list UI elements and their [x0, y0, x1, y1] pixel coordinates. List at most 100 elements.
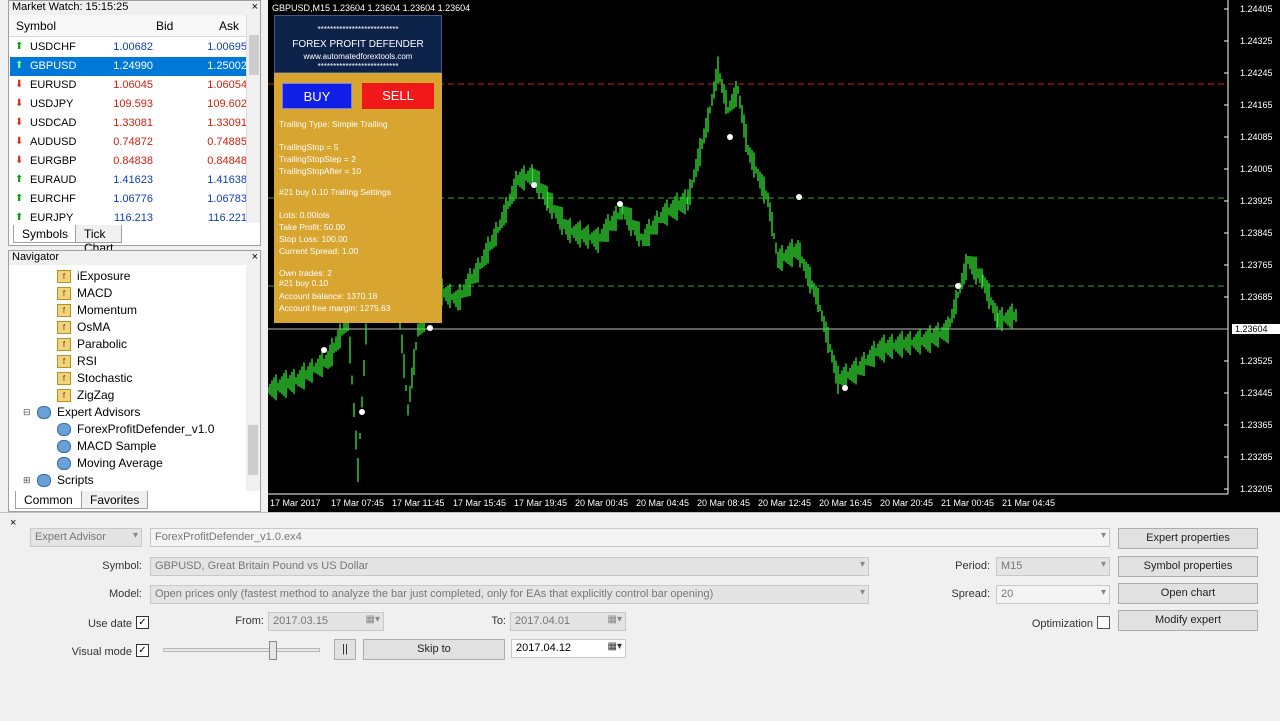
arrow-down-icon: ⬇	[15, 79, 24, 90]
use-date-checkbox[interactable]: ✓	[136, 616, 149, 629]
scrollbar[interactable]	[246, 15, 260, 223]
skip-to-button[interactable]: Skip to	[363, 639, 505, 660]
navigator-item-label: Stochastic	[77, 371, 133, 385]
price-tick: 1.23925	[1240, 196, 1273, 206]
from-date-field[interactable]: 2017.03.15 ▦▾	[268, 612, 384, 631]
navigator-item[interactable]: f Stochastic	[57, 370, 257, 387]
model-value: Open prices only (fastest method to anal…	[155, 588, 714, 600]
speed-slider[interactable]	[163, 641, 320, 660]
period-select[interactable]: M15 ▾	[996, 557, 1110, 576]
expand-icon[interactable]: ⊞	[23, 472, 31, 489]
scrollbar-thumb[interactable]	[249, 35, 259, 75]
tester-type-value: Expert Advisor	[35, 531, 106, 543]
navigator-item[interactable]: f iExposure	[57, 268, 257, 285]
calendar-icon: ▦▾	[607, 614, 622, 625]
symbol-row[interactable]: ⬇ EURUSD 1.06045 1.06054	[10, 76, 247, 95]
symbol-row[interactable]: ⬇ AUDUSD 0.74872 0.74885	[10, 133, 247, 152]
pause-button[interactable]: ||	[334, 639, 356, 660]
indicator-icon: f	[57, 321, 71, 334]
tab-favorites[interactable]: Favorites	[81, 491, 149, 509]
symbol-row[interactable]: ⬆ EURAUD 1.41623 1.41638	[10, 171, 247, 190]
price-tick: 1.23365	[1240, 420, 1273, 430]
tester-type-select[interactable]: Expert Advisor ▾	[30, 528, 142, 547]
expert-file-value: ForexProfitDefender_v1.0.ex4	[155, 531, 302, 543]
tab-tick-chart[interactable]: Tick Chart	[75, 225, 123, 255]
model-select[interactable]: Open prices only (fastest method to anal…	[150, 585, 869, 604]
symbol-name: EURUSD	[30, 79, 77, 91]
price-tick: 1.23685	[1240, 292, 1273, 302]
optimization-checkbox[interactable]	[1097, 616, 1110, 629]
to-label: To:	[491, 615, 506, 627]
scrollbar[interactable]	[246, 265, 260, 491]
tab-symbols[interactable]: Symbols	[13, 225, 78, 243]
symbol-row[interactable]: ⬇ EURGBP 0.84838 0.84848	[10, 152, 247, 171]
navigator-item[interactable]: ⊟ Expert Advisors	[23, 404, 237, 421]
ea-url[interactable]: www.automatedforextools.com	[275, 52, 441, 61]
symbol-row[interactable]: ⬆ EURCHF 1.06776 1.06783	[10, 190, 247, 209]
col-symbol[interactable]: Symbol	[16, 19, 56, 33]
navigator-item[interactable]: f OsMA	[57, 319, 257, 336]
navigator-item-label: ForexProfitDefender_v1.0	[77, 422, 215, 436]
navigator-item[interactable]: f Momentum	[57, 302, 257, 319]
trade-marker	[321, 347, 327, 353]
calendar-icon: ▦▾	[365, 614, 380, 625]
navigator-item[interactable]: ForexProfitDefender_v1.0	[57, 421, 257, 438]
visual-mode-checkbox[interactable]: ✓	[136, 644, 149, 657]
trade-marker	[796, 194, 802, 200]
trailing-after: TrailingStopAfter = 10	[279, 166, 362, 176]
model-label: Model:	[108, 588, 142, 600]
buy-button[interactable]: BUY	[282, 83, 352, 109]
time-tick: 20 Mar 20:45	[880, 498, 934, 508]
skip-date-field[interactable]: 2017.04.12 ▦▾	[511, 639, 626, 658]
symbol-select[interactable]: GBPUSD, Great Britain Pound vs US Dollar…	[150, 557, 869, 576]
symbol-row[interactable]: ⬇ USDJPY 109.593 109.602	[10, 95, 247, 114]
collapse-icon[interactable]: ⊟	[23, 404, 31, 421]
arrow-down-icon: ⬇	[15, 98, 24, 109]
symbol-row[interactable]: ⬆ GBPUSD 1.24990 1.25002	[10, 57, 247, 76]
arrow-up-icon: ⬆	[15, 60, 24, 71]
navigator-item[interactable]: f Parabolic	[57, 336, 257, 353]
bid-value: 1.00682	[113, 41, 153, 53]
close-icon[interactable]: ×	[252, 1, 258, 13]
arrow-down-icon: ⬇	[15, 136, 24, 147]
ea-body: BUY SELL Trailing Type: Simple Trailing …	[274, 73, 442, 323]
symbol-name: EURCHF	[30, 193, 76, 205]
navigator-item[interactable]: f ZigZag	[57, 387, 257, 404]
bid-value: 1.24990	[113, 60, 153, 72]
price-tick: 1.24245	[1240, 68, 1273, 78]
slider-thumb[interactable]	[268, 641, 277, 660]
price-chart[interactable]: GBPUSD,M15 1.23604 1.23604 1.23604 1.236…	[268, 0, 1280, 512]
navigator-item[interactable]: f MACD	[57, 285, 257, 302]
navigator-item[interactable]: ⊞ Scripts	[23, 472, 237, 489]
expert-select[interactable]: ForexProfitDefender_v1.0.ex4 ▾	[150, 528, 1110, 547]
symbol-name: EURJPY	[30, 212, 74, 224]
scrollbar-thumb[interactable]	[248, 425, 258, 475]
close-icon[interactable]: ×	[252, 251, 258, 263]
visual-mode-label: Visual mode	[71, 646, 132, 658]
modify-expert-button[interactable]: Modify expert	[1118, 610, 1258, 631]
close-icon[interactable]: ×	[10, 517, 16, 529]
navigator-item[interactable]: Moving Average	[57, 455, 257, 472]
symbol-properties-button[interactable]: Symbol properties	[1118, 556, 1258, 577]
navigator-item[interactable]: MACD Sample	[57, 438, 257, 455]
optimization-label: Optimization	[1031, 618, 1093, 630]
sell-button[interactable]: SELL	[362, 83, 434, 109]
indicator-icon: f	[57, 372, 71, 385]
to-date-field[interactable]: 2017.04.01 ▦▾	[510, 612, 626, 631]
indicator-icon: f	[57, 338, 71, 351]
arrow-up-icon: ⬆	[15, 212, 24, 223]
tab-common[interactable]: Common	[15, 491, 82, 509]
col-bid[interactable]: Bid	[156, 19, 173, 33]
price-tick: 1.24085	[1240, 132, 1273, 142]
trailing-settings: #21 buy 0.10 Trailing Settings	[279, 187, 391, 197]
expert-properties-button[interactable]: Expert properties	[1118, 528, 1258, 549]
navigator-item[interactable]: f RSI	[57, 353, 257, 370]
spread-select[interactable]: 20 ▾	[996, 585, 1110, 604]
open-chart-button[interactable]: Open chart	[1118, 583, 1258, 604]
price-tick: 1.24325	[1240, 36, 1273, 46]
symbol-row[interactable]: ⬇ USDCAD 1.33081 1.33091	[10, 114, 247, 133]
col-ask[interactable]: Ask	[219, 19, 239, 33]
trade-marker	[531, 182, 537, 188]
symbol-row[interactable]: ⬆ USDCHF 1.00682 1.00695	[10, 38, 247, 57]
indicator-icon: f	[57, 389, 71, 402]
